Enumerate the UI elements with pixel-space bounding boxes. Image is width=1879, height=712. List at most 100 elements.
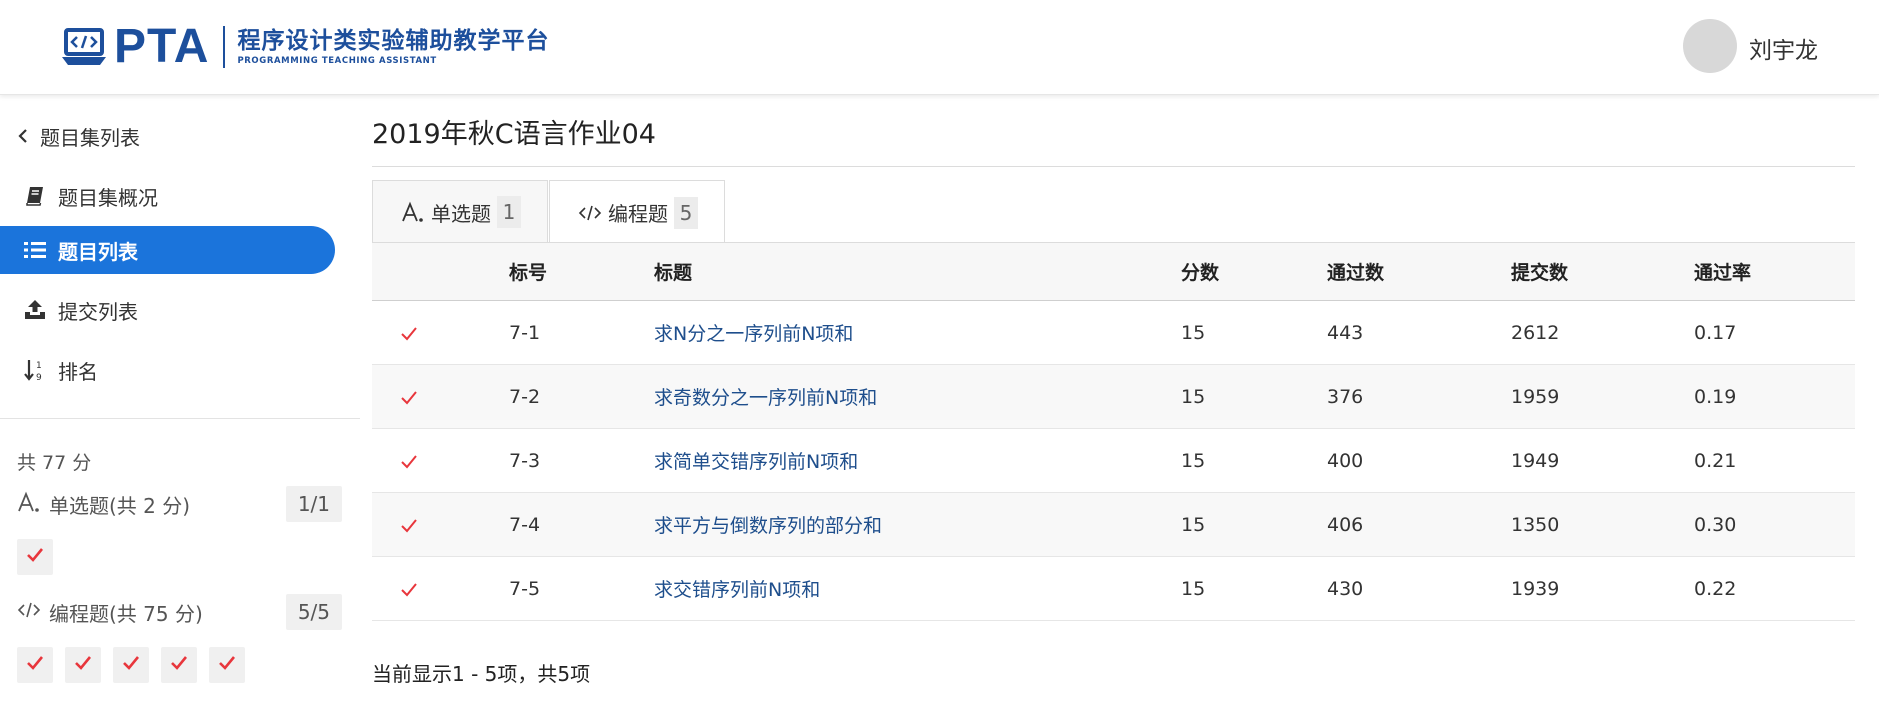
tab-count-badge: 5 [674, 196, 698, 229]
table-header: 标号 标题 分数 通过数 提交数 通过率 [372, 243, 1855, 301]
tab-programming[interactable]: 编程题 5 [549, 180, 725, 244]
check-icon [122, 655, 140, 675]
section-progress: 5/5 [285, 594, 342, 630]
problem-number: 7-1 [509, 321, 541, 344]
problem-status-badge[interactable] [113, 647, 149, 683]
svg-text:1: 1 [36, 361, 42, 371]
problem-pass-rate: 0.17 [1694, 321, 1737, 344]
column-header-pass-rate: 通过率 [1694, 262, 1752, 284]
problem-number: 7-3 [509, 449, 541, 472]
problem-submit-count: 2612 [1511, 321, 1560, 344]
page-title: 2019年秋C语言作业04 [372, 119, 656, 150]
problem-score: 15 [1181, 449, 1206, 472]
section-label: 单选题(共 2 分) [49, 493, 191, 518]
section-progress: 1/1 [285, 486, 342, 522]
section-label: 编程题(共 75 分) [49, 601, 203, 626]
problem-score: 15 [1181, 513, 1206, 536]
sidebar-item-overview[interactable]: 题目集概况 [0, 172, 335, 220]
sidebar-item-label: 提交列表 [58, 299, 138, 324]
svg-text:9: 9 [36, 373, 42, 382]
problem-passed-count: 376 [1327, 385, 1364, 408]
problem-score: 15 [1181, 321, 1206, 344]
check-icon [218, 655, 236, 675]
table-row[interactable]: 7-3 求简单交错序列前N项和 15 400 1949 0.21 [372, 429, 1855, 493]
check-icon [400, 365, 418, 428]
problem-submit-count: 1959 [1511, 385, 1560, 408]
table-row[interactable]: 7-5 求交错序列前N项和 15 430 1939 0.22 [372, 557, 1855, 621]
total-score: 共 77 分 [17, 452, 92, 474]
sidebar-item-label: 题目集概况 [58, 185, 158, 210]
code-icon [17, 600, 41, 624]
problem-title-link[interactable]: 求交错序列前N项和 [654, 557, 820, 620]
column-header-passed: 通过数 [1327, 262, 1385, 284]
tab-count-badge: 1 [497, 196, 521, 228]
problem-status-badge[interactable] [161, 647, 197, 683]
tab-label: 单选题 [431, 201, 491, 226]
problem-submit-count: 1939 [1511, 577, 1560, 600]
book-icon [22, 185, 48, 207]
upload-icon [22, 299, 48, 321]
code-icon [578, 203, 602, 223]
logo-wordmark: PTA [114, 20, 210, 73]
problem-status-badge[interactable] [65, 647, 101, 683]
table-row[interactable]: 7-1 求N分之一序列前N项和 15 443 2612 0.17 [372, 301, 1855, 365]
pta-logo[interactable]: PTA 程序设计类实验辅助教学平台 PROGRAMMING TEACHING A… [60, 22, 549, 72]
problem-status-badge[interactable] [17, 539, 53, 575]
user-avatar[interactable] [1683, 19, 1737, 73]
column-header-submitted: 提交数 [1511, 262, 1569, 284]
sidebar-divider [0, 418, 360, 419]
problem-pass-rate: 0.21 [1694, 449, 1737, 472]
user-name[interactable]: 刘宇龙 [1749, 31, 1818, 65]
problem-title-link[interactable]: 求奇数分之一序列前N项和 [654, 365, 877, 428]
tab-label: 编程题 [608, 202, 668, 226]
check-icon [74, 655, 92, 675]
problem-passed-count: 400 [1327, 449, 1364, 472]
problem-submit-count: 1949 [1511, 449, 1560, 472]
back-to-problem-sets-link[interactable]: 题目集列表 [0, 112, 335, 160]
problem-pass-rate: 0.19 [1694, 385, 1737, 408]
problem-submit-count: 1350 [1511, 513, 1560, 536]
top-header: PTA 程序设计类实验辅助教学平台 PROGRAMMING TEACHING A… [0, 0, 1879, 95]
problem-title-link[interactable]: 求N分之一序列前N项和 [654, 301, 853, 364]
problem-title-link[interactable]: 求平方与倒数序列的部分和 [654, 493, 882, 556]
sidebar-item-ranking[interactable]: 1 9 排名 [0, 346, 335, 394]
check-icon [170, 655, 188, 675]
column-header-number: 标号 [509, 262, 548, 284]
pagination-summary: 当前显示1 - 5项，共5项 [372, 662, 591, 686]
problem-passed-count: 443 [1327, 321, 1364, 344]
problem-pass-rate: 0.22 [1694, 577, 1737, 600]
problem-number: 7-2 [509, 385, 541, 408]
sidebar-item-label: 排名 [58, 359, 98, 384]
check-icon [400, 557, 418, 620]
problem-score: 15 [1181, 385, 1206, 408]
back-label: 题目集列表 [40, 125, 140, 150]
problem-number: 7-5 [509, 577, 541, 600]
problem-title-link[interactable]: 求简单交错序列前N项和 [654, 429, 858, 492]
title-divider [372, 166, 1855, 167]
problem-status-badge[interactable] [17, 647, 53, 683]
logo-divider [223, 26, 226, 68]
check-icon [400, 493, 418, 556]
sidebar-item-problem-list[interactable]: 题目列表 [0, 226, 335, 274]
sort-number-icon: 1 9 [22, 358, 48, 382]
problem-passed-count: 406 [1327, 513, 1364, 536]
check-icon [400, 301, 418, 364]
problem-passed-count: 430 [1327, 577, 1364, 600]
logo-text: 程序设计类实验辅助教学平台 PROGRAMMING TEACHING ASSIS… [237, 27, 549, 67]
column-header-score: 分数 [1181, 262, 1220, 284]
table-row[interactable]: 7-2 求奇数分之一序列前N项和 15 376 1959 0.19 [372, 365, 1855, 429]
problem-status-badge[interactable] [209, 647, 245, 683]
sidebar-item-label: 题目列表 [58, 239, 138, 264]
sidebar-item-submissions[interactable]: 提交列表 [0, 286, 335, 334]
logo-english-title: PROGRAMMING TEACHING ASSISTANT [237, 56, 437, 66]
single-choice-section-header: 单选题(共 2 分) 1/1 [17, 486, 342, 522]
single-choice-icon [17, 490, 41, 518]
table-row[interactable]: 7-4 求平方与倒数序列的部分和 15 406 1350 0.30 [372, 493, 1855, 557]
check-icon [26, 547, 44, 567]
logo-chinese-title: 程序设计类实验辅助教学平台 [237, 28, 550, 54]
tab-single-choice[interactable]: 单选题 1 [372, 180, 548, 243]
problem-score: 15 [1181, 577, 1206, 600]
single-choice-icon [401, 200, 425, 224]
monitor-code-icon [60, 27, 108, 67]
column-header-title: 标题 [654, 262, 693, 284]
